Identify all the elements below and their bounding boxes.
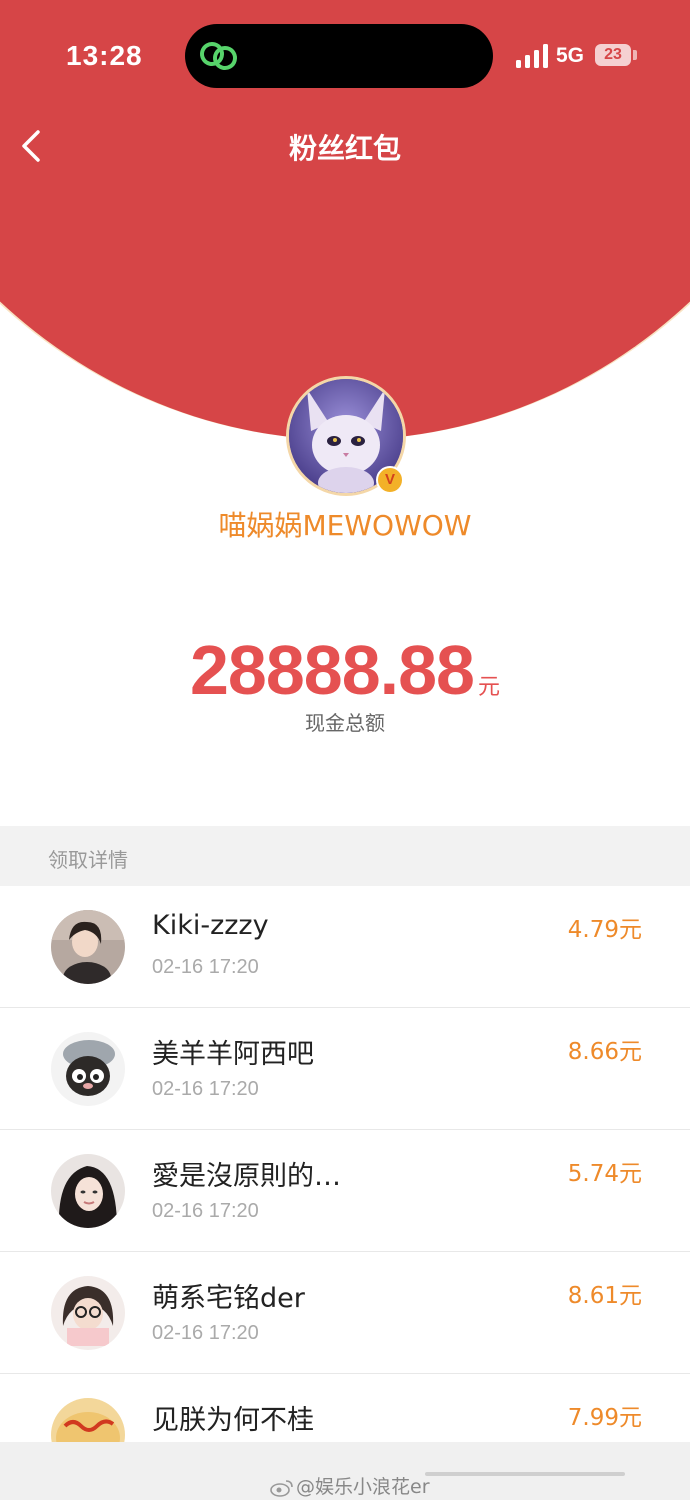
watermark-text: @娱乐小浪花er (296, 1476, 430, 1498)
claim-time: 02-16 17:20 (152, 1078, 259, 1100)
claimer-name: Kiki-zzzy (152, 910, 269, 941)
avatar[interactable] (51, 1276, 125, 1350)
list-item[interactable]: 萌系宅铭der 02-16 17:20 8.61元 (0, 1252, 690, 1374)
list-item[interactable]: 愛是沒原則的… 02-16 17:20 5.74元 (0, 1130, 690, 1252)
list-item[interactable]: 美羊羊阿西吧 02-16 17:20 8.66元 (0, 1008, 690, 1130)
avatar[interactable] (51, 910, 125, 984)
verified-badge-icon: V (376, 466, 404, 494)
claim-list: Kiki-zzzy 02-16 17:20 4.79元 美羊羊阿西吧 02-16… (0, 886, 690, 1496)
claim-time: 02-16 17:20 (152, 956, 259, 978)
details-section-header: 领取详情 (0, 826, 690, 886)
signal-icon (516, 44, 548, 68)
page-title: 粉丝红包 (288, 132, 401, 165)
claim-amount: 7.99元 (567, 1405, 642, 1431)
claim-time: 02-16 17:20 (152, 1200, 259, 1222)
avatar[interactable] (51, 1154, 125, 1228)
claimer-name: 见朕为何不桂 (152, 1405, 314, 1436)
list-item[interactable]: Kiki-zzzy 02-16 17:20 4.79元 (0, 886, 690, 1008)
claim-amount: 4.79元 (567, 917, 642, 943)
weibo-icon (270, 1479, 293, 1497)
battery-tip (633, 50, 637, 60)
network-label: 5G (556, 44, 585, 67)
avatar[interactable] (51, 1032, 125, 1106)
sender-name[interactable]: 喵娲娲MEWOWOW (0, 504, 690, 544)
watermark: @娱乐小浪花er (270, 1472, 430, 1499)
dynamic-island (185, 24, 493, 88)
claim-amount: 8.66元 (567, 1039, 642, 1065)
claimer-name: 愛是沒原則的… (152, 1161, 341, 1192)
claimer-name: 萌系宅铭der (152, 1283, 305, 1314)
total-amount-unit: 元 (477, 675, 500, 700)
battery-icon: 23 (595, 44, 631, 66)
total-amount-caption: 现金总额 (305, 711, 385, 735)
claimer-name: 美羊羊阿西吧 (152, 1039, 314, 1070)
status-time: 13:28 (66, 40, 143, 71)
details-header-label: 领取详情 (48, 848, 128, 872)
claim-time: 02-16 17:20 (152, 1322, 259, 1344)
total-amount: 28888.88 (190, 631, 475, 709)
claim-amount: 8.61元 (567, 1283, 642, 1309)
total-amount-row: 28888.88 元 (0, 630, 690, 710)
home-indicator (425, 1472, 625, 1476)
claim-amount: 5.74元 (567, 1161, 642, 1187)
chain-link-icon (200, 42, 237, 70)
